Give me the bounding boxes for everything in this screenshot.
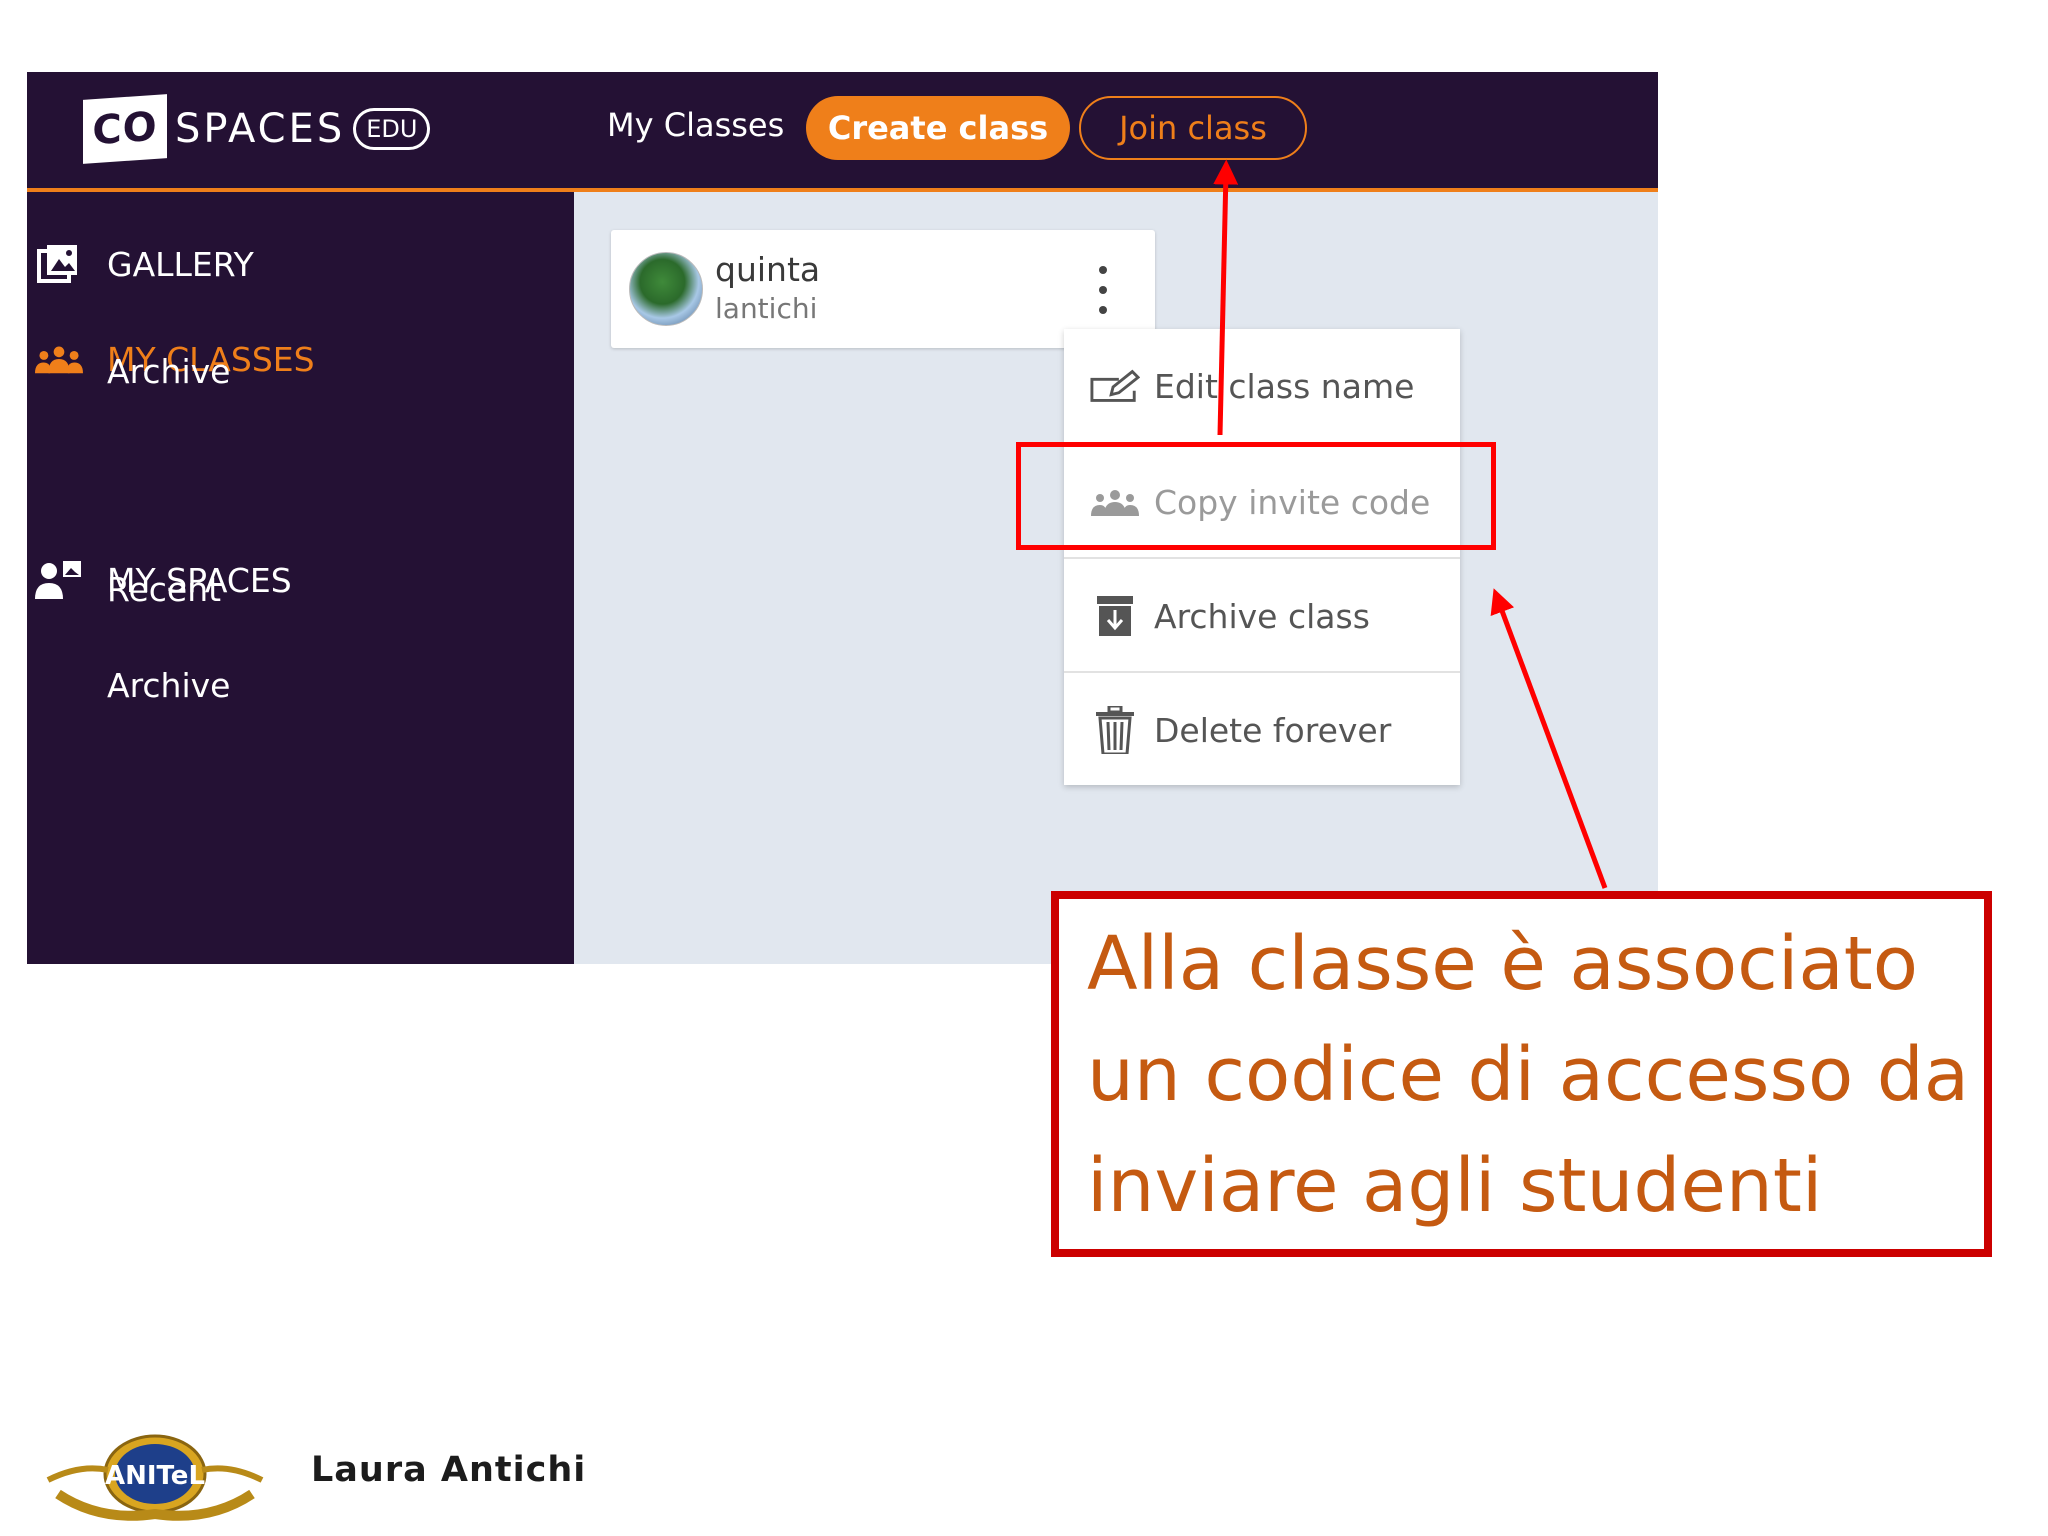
annotation-arrows <box>1213 159 1608 889</box>
callout-text: Alla classe è associato un codice di acc… <box>1087 921 1970 1229</box>
anitel-logo-text: ANITeL <box>105 1461 205 1491</box>
author-name: Laura Antichi <box>311 1450 587 1490</box>
annotation-callout: Alla classe è associato un codice di acc… <box>1051 891 1992 1257</box>
arrow-to-join-class <box>1213 159 1239 436</box>
arrow-to-copy-invite <box>1490 588 1608 889</box>
anitel-logo: ANITeL <box>46 1434 264 1521</box>
